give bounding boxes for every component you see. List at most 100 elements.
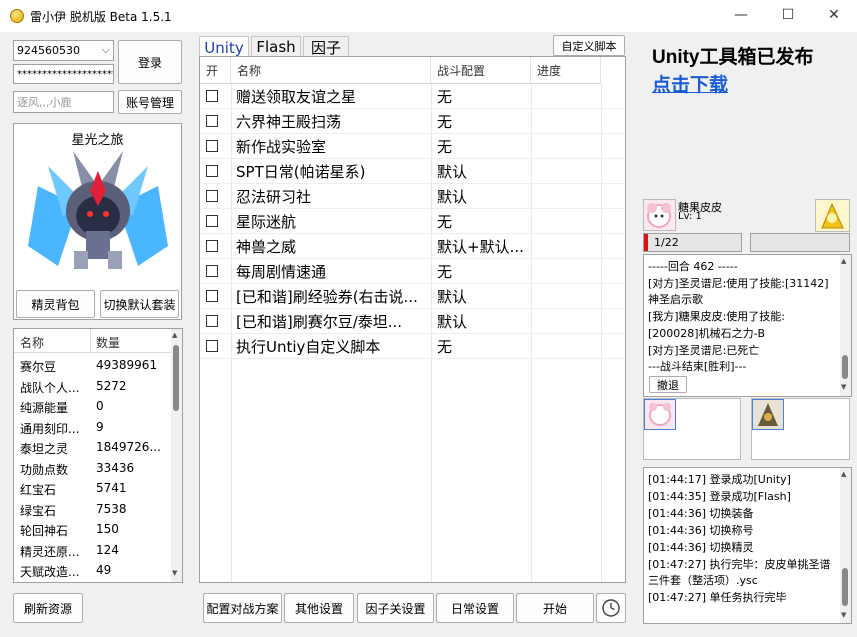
task-name: 忍法研习社 (236, 188, 312, 206)
task-row[interactable]: 每周剧情速通 无 (200, 259, 625, 284)
resource-row[interactable]: 精灵还原... 124 (14, 540, 172, 561)
ad-title: Unity工具箱已发布 (652, 47, 814, 68)
battle-log-scroll-thumb[interactable] (842, 355, 848, 379)
player-pet-icon[interactable] (644, 399, 676, 430)
resource-header-name: 名称 (20, 336, 45, 350)
task-row[interactable]: 执行Untiy自定义脚本 无 (200, 334, 625, 359)
scroll-down-icon[interactable]: ▼ (172, 569, 177, 577)
task-enable-checkbox[interactable] (206, 140, 218, 152)
sprite-panel: 星光之旅 精灵背包 切换默认套装 (13, 123, 182, 320)
start-button[interactable]: 开始 (516, 593, 594, 623)
task-name: SPT日常(帕诺星系) (236, 163, 366, 181)
task-enable-checkbox[interactable] (206, 215, 218, 227)
task-row[interactable]: 六界神王殿扫荡 无 (200, 109, 625, 134)
task-row[interactable]: SPT日常(帕诺星系) 默认 (200, 159, 625, 184)
task-battle-config[interactable]: 默认 (437, 311, 529, 332)
task-row[interactable]: 忍法研习社 默认 (200, 184, 625, 209)
system-log[interactable]: [01:44:17] 登录成功[Unity] [01:44:35] 登录成功[Fl… (643, 467, 852, 624)
sprite-avatar (28, 151, 168, 269)
task-battle-config[interactable]: 无 (437, 211, 529, 232)
tab-unity[interactable]: Unity (199, 36, 249, 58)
tab-flash[interactable]: Flash (251, 36, 301, 57)
maximize-button[interactable]: ☐ (765, 0, 811, 30)
task-battle-config[interactable]: 默认 (437, 286, 529, 307)
retreat-button[interactable]: 撤退 (649, 376, 687, 393)
tab-factor[interactable]: 因子 (303, 36, 349, 57)
resource-row[interactable]: 绿宝石 7538 (14, 499, 172, 520)
task-row[interactable]: 赠送领取友谊之星 无 (200, 84, 625, 109)
scroll-up-icon[interactable]: ▲ (841, 257, 846, 265)
task-battle-config[interactable]: 无 (437, 86, 529, 107)
task-battle-config[interactable]: 无 (437, 111, 529, 132)
custom-script-button[interactable]: 自定义脚本 (553, 35, 625, 56)
player-pet-slot[interactable] (643, 398, 741, 460)
task-row[interactable]: 新作战实验室 无 (200, 134, 625, 159)
task-battle-config[interactable]: 默认 (437, 186, 529, 207)
scroll-down-icon[interactable]: ▼ (841, 611, 846, 619)
task-battle-config[interactable]: 默认+默认... (437, 236, 529, 257)
resource-row[interactable]: 战队个人... 5272 (14, 376, 172, 397)
task-row[interactable]: 神兽之威 默认+默认... (200, 234, 625, 259)
task-table[interactable]: 开 名称 战斗配置 进度 赠送领取友谊之星无六界神王殿扫荡无新作战实验室无 SPT… (199, 56, 626, 583)
battle-log-line: [我方]糖果皮皮:使用了技能: (648, 310, 785, 324)
minimize-button[interactable]: — (718, 0, 764, 30)
system-log-scroll-thumb[interactable] (842, 568, 848, 606)
resource-scrollbar[interactable]: ▲ ▼ (171, 329, 182, 582)
resource-row[interactable]: 赛尔豆 49389961 (14, 355, 172, 376)
battle-log-scrollbar[interactable]: ▲ ▼ (840, 255, 851, 396)
task-battle-config[interactable]: 无 (437, 136, 529, 157)
scroll-up-icon[interactable]: ▲ (172, 331, 177, 339)
task-enable-checkbox[interactable] (206, 115, 218, 127)
resource-row[interactable]: 天赋改造... 49 (14, 560, 172, 581)
resource-row[interactable]: 通用刻印... 9 (14, 417, 172, 438)
system-log-scrollbar[interactable]: ▲ ▼ (840, 468, 851, 623)
battle-log-line: [对方]圣灵谱尼:使用了技能:[31142] (648, 276, 829, 290)
scroll-up-icon[interactable]: ▲ (841, 470, 846, 478)
opponent-pet-slot[interactable] (751, 398, 850, 460)
task-row[interactable]: [已和谐]刷经验券(右击说... 默认 (200, 284, 625, 309)
task-battle-config[interactable]: 无 (437, 261, 529, 282)
factor-settings-button[interactable]: 因子关设置 (357, 593, 434, 623)
resource-table[interactable]: 名称 数量 赛尔豆 49389961 战队个人... 5272 纯源能量 0 通用刻印...… (13, 328, 183, 583)
task-battle-config[interactable]: 默认 (437, 161, 529, 182)
battle-log-line: -----回合 462 ----- (648, 260, 738, 273)
resource-row[interactable]: 轮回神石 150 (14, 519, 172, 540)
sprite-bag-button[interactable]: 精灵背包 (16, 290, 95, 318)
resource-row[interactable]: 功勋点数 33436 (14, 458, 172, 479)
daily-settings-button[interactable]: 日常设置 (436, 593, 514, 623)
task-enable-checkbox[interactable] (206, 240, 218, 252)
task-row[interactable]: 星际迷航 无 (200, 209, 625, 234)
task-row[interactable]: [已和谐]刷赛尔豆/泰坦... 默认 (200, 309, 625, 334)
download-link[interactable]: 点击下载 (652, 70, 728, 97)
opponent-pet-icon[interactable] (752, 399, 784, 430)
timer-button[interactable] (596, 593, 626, 623)
task-enable-checkbox[interactable] (206, 90, 218, 102)
resource-count: 9 (96, 419, 104, 434)
switch-suit-button[interactable]: 切换默认套装 (100, 290, 179, 318)
other-settings-button[interactable]: 其他设置 (284, 593, 354, 623)
account-management-button[interactable]: 账号管理 (118, 90, 182, 114)
resource-scroll-thumb[interactable] (173, 345, 179, 411)
resource-row[interactable]: 纯源能量 0 (14, 396, 172, 417)
battle-plan-button[interactable]: 配置对战方案 (203, 593, 282, 623)
task-enable-checkbox[interactable] (206, 290, 218, 302)
close-button[interactable]: ✕ (811, 0, 857, 30)
clock-icon (602, 599, 620, 617)
task-battle-config[interactable]: 无 (437, 336, 529, 357)
refresh-resources-button[interactable]: 刷新资源 (13, 593, 83, 623)
battle-log[interactable]: -----回合 462 ----- [对方]圣灵谱尼:使用了技能:[31142] 神… (643, 254, 852, 397)
resource-header-count: 数量 (96, 336, 121, 350)
task-enable-checkbox[interactable] (206, 315, 218, 327)
task-enable-checkbox[interactable] (206, 340, 218, 352)
resource-row[interactable]: 红宝石 5741 (14, 478, 172, 499)
account-select[interactable]: 924560530 ⌵ (13, 40, 114, 61)
task-enable-checkbox[interactable] (206, 265, 218, 277)
resource-row[interactable]: 泰坦之灵 1849726... (14, 437, 172, 458)
login-button[interactable]: 登录 (118, 40, 182, 84)
task-enable-checkbox[interactable] (206, 165, 218, 177)
password-field[interactable]: ********************** (13, 64, 114, 84)
task-enable-checkbox[interactable] (206, 190, 218, 202)
nickname-field[interactable]: 逐风,,,小鹿 (13, 91, 114, 113)
scroll-down-icon[interactable]: ▼ (841, 383, 846, 391)
resource-name: 赛尔豆 (20, 360, 57, 374)
